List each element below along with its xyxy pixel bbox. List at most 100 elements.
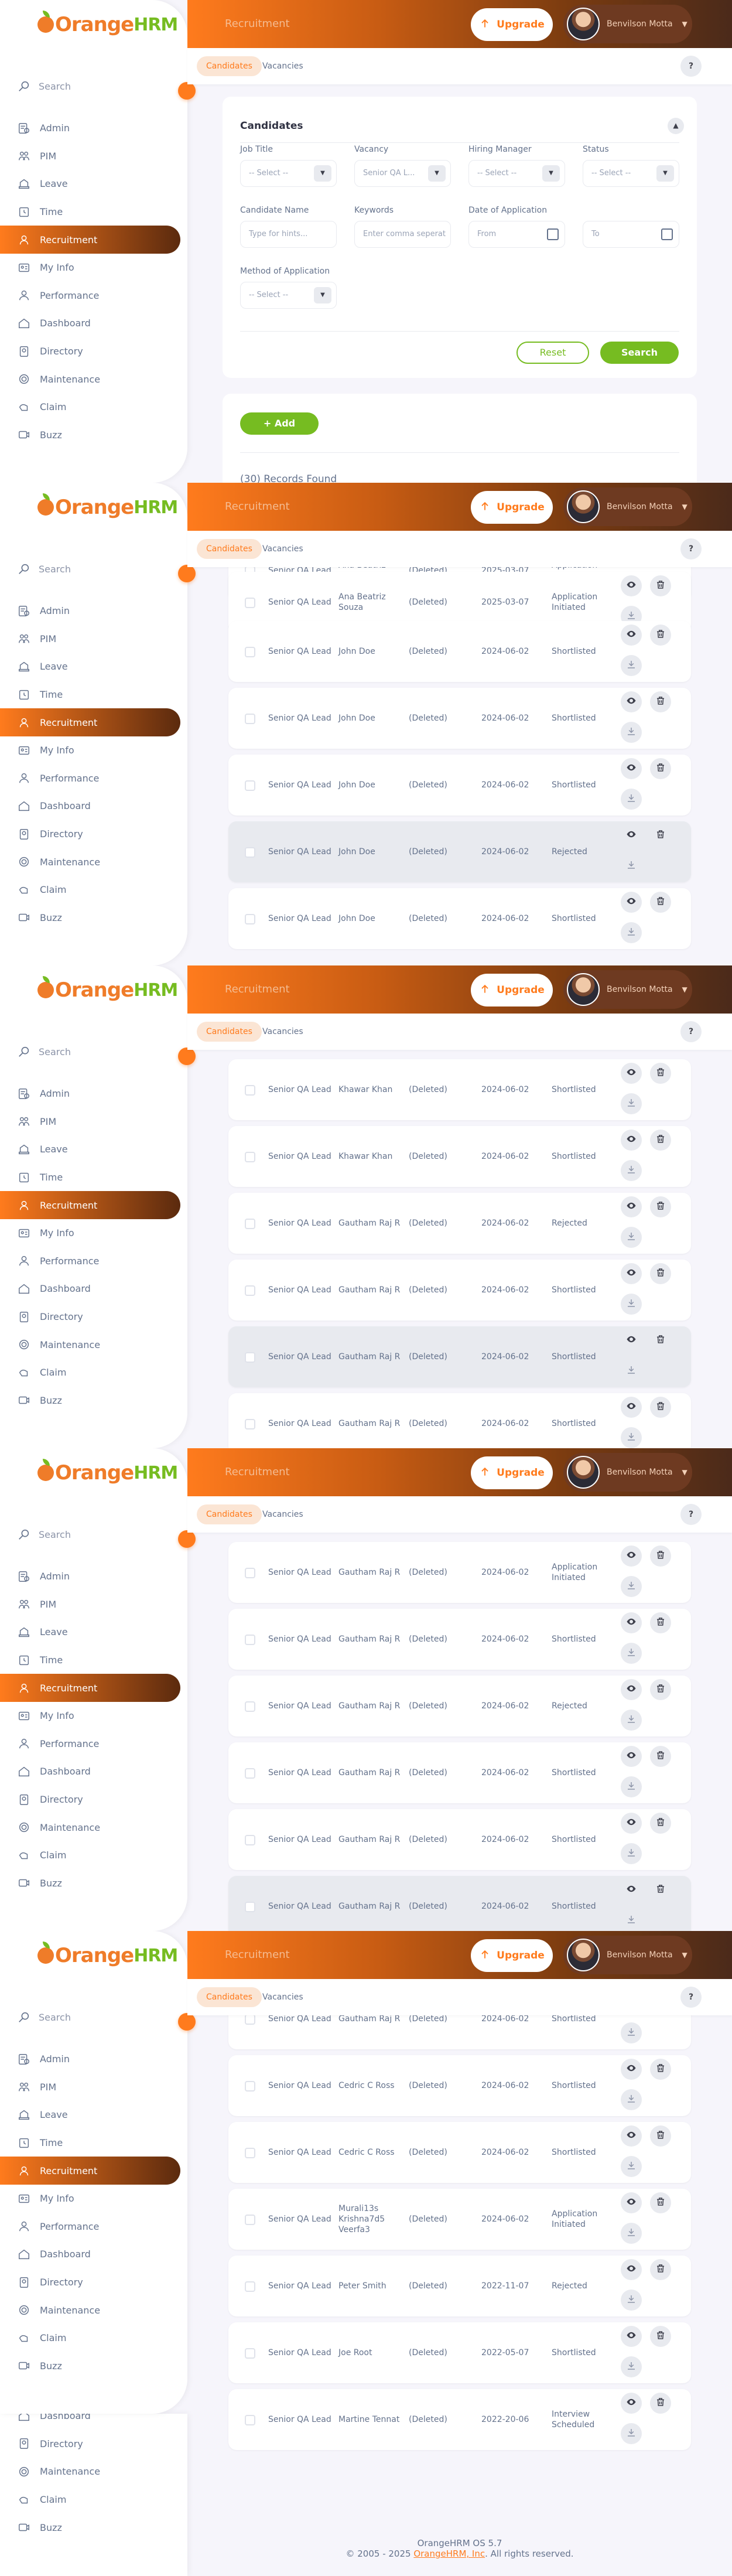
- tab-vacancies[interactable]: Vacancies: [253, 539, 313, 559]
- sidebar-item-admin[interactable]: Admin: [0, 114, 187, 142]
- download-button[interactable]: [621, 2356, 642, 2377]
- sidebar-search[interactable]: Search: [18, 80, 71, 93]
- row-checkbox[interactable]: [245, 1835, 255, 1845]
- download-button[interactable]: [621, 655, 642, 676]
- view-button[interactable]: [621, 1330, 642, 1351]
- delete-button[interactable]: [650, 691, 671, 712]
- download-button[interactable]: [621, 789, 642, 810]
- delete-button[interactable]: [650, 892, 671, 913]
- sidebar-collapse-button[interactable]: [178, 1530, 196, 1548]
- sidebar-item-buzz[interactable]: Buzz: [0, 904, 187, 932]
- sidebar-item-buzz[interactable]: Buzz: [0, 1387, 187, 1415]
- row-checkbox[interactable]: [245, 914, 255, 924]
- delete-button[interactable]: [650, 1879, 671, 1901]
- delete-button[interactable]: [650, 2125, 671, 2147]
- sidebar-item-directory[interactable]: Directory: [0, 2268, 187, 2297]
- sidebar-item-my-info[interactable]: My Info: [0, 1219, 187, 1247]
- sidebar-item-directory[interactable]: Directory: [0, 1786, 187, 1814]
- help-button[interactable]: ?: [680, 1987, 702, 2008]
- hiring-manager-select[interactable]: -- Select -- ▼: [468, 160, 565, 187]
- row-checkbox[interactable]: [245, 598, 255, 608]
- view-button[interactable]: [621, 2192, 642, 2213]
- status-select[interactable]: -- Select -- ▼: [583, 160, 679, 187]
- sidebar-item-my-info[interactable]: My Info: [0, 736, 187, 765]
- table-row[interactable]: Senior QA Lead John Doe (Deleted) 2024-06-0…: [228, 621, 691, 682]
- view-button[interactable]: [621, 2393, 642, 2414]
- view-button[interactable]: [621, 625, 642, 646]
- tab-vacancies[interactable]: Vacancies: [253, 1504, 313, 1524]
- view-button[interactable]: [621, 575, 642, 596]
- row-checkbox[interactable]: [245, 847, 255, 858]
- user-dropdown[interactable]: Benvilson Motta ▼: [563, 1936, 692, 1974]
- row-checkbox[interactable]: [245, 1635, 255, 1645]
- view-button[interactable]: [621, 892, 642, 913]
- row-checkbox[interactable]: [245, 2014, 255, 2025]
- sidebar-item-buzz[interactable]: Buzz: [0, 2352, 187, 2380]
- job-title-select[interactable]: -- Select -- ▼: [240, 160, 337, 187]
- sidebar-item-recruitment[interactable]: Recruitment: [0, 1191, 180, 1219]
- delete-button[interactable]: [650, 2393, 671, 2414]
- delete-button[interactable]: [650, 1130, 671, 1151]
- table-row[interactable]: Senior QA Lead Khawar Khan (Deleted) 2024-0…: [228, 1126, 691, 1187]
- sidebar-item-pim[interactable]: PIM: [0, 1108, 187, 1136]
- user-dropdown[interactable]: Benvilson Motta ▼: [563, 970, 692, 1009]
- download-button[interactable]: [621, 2223, 642, 2244]
- sidebar-item-leave[interactable]: Leave: [0, 1135, 187, 1164]
- sidebar-item-dashboard[interactable]: Dashboard: [0, 309, 187, 337]
- search-input[interactable]: Search: [39, 1046, 71, 1057]
- sidebar-item-claim[interactable]: Claim: [0, 1841, 187, 1869]
- download-button[interactable]: [621, 2423, 642, 2444]
- table-row[interactable]: Senior QA Lead John Doe (Deleted) 2024-06-0…: [228, 888, 691, 949]
- download-button[interactable]: [621, 1710, 642, 1731]
- table-row[interactable]: Senior QA Lead Gautham Raj R (Deleted) 2024…: [228, 1326, 691, 1387]
- orangehrm-logo[interactable]: Orange HRM: [37, 493, 178, 519]
- table-row[interactable]: Senior QA Lead Gautham Raj R (Deleted) 2024…: [228, 1876, 691, 1931]
- help-button[interactable]: ?: [680, 56, 702, 77]
- date-to-input[interactable]: To: [583, 221, 679, 248]
- row-checkbox[interactable]: [245, 1285, 255, 1296]
- row-checkbox[interactable]: [245, 2348, 255, 2359]
- row-checkbox[interactable]: [245, 1219, 255, 1229]
- upgrade-button[interactable]: Upgrade: [471, 1456, 553, 1489]
- sidebar-item-leave[interactable]: Leave: [0, 653, 187, 681]
- row-checkbox[interactable]: [245, 780, 255, 791]
- sidebar-item-dashboard[interactable]: Dashboard: [0, 792, 187, 820]
- sidebar-item-maintenance[interactable]: Maintenance: [0, 1330, 187, 1359]
- download-button[interactable]: [621, 722, 642, 743]
- tab-vacancies[interactable]: Vacancies: [253, 1987, 313, 2007]
- sidebar-collapse-button[interactable]: [178, 1048, 196, 1065]
- view-button[interactable]: [621, 1063, 642, 1084]
- sidebar-item-performance[interactable]: Performance: [0, 2213, 187, 2241]
- download-button[interactable]: [621, 1427, 642, 1448]
- sidebar-item-dashboard[interactable]: Dashboard: [0, 1758, 187, 1786]
- sidebar-item-time[interactable]: Time: [0, 1646, 187, 1674]
- sidebar-item-directory[interactable]: Directory: [0, 820, 187, 848]
- sidebar-item-pim[interactable]: PIM: [0, 625, 187, 653]
- sidebar-item-pim[interactable]: PIM: [0, 142, 187, 170]
- help-button[interactable]: ?: [680, 538, 702, 559]
- reset-button[interactable]: Reset: [516, 342, 589, 364]
- download-button[interactable]: [621, 1360, 642, 1381]
- sidebar-item-claim[interactable]: Claim: [0, 876, 187, 904]
- view-button[interactable]: [621, 691, 642, 712]
- table-row[interactable]: Senior QA Lead Gautham Raj R (Deleted) 2024…: [228, 1809, 691, 1870]
- view-button[interactable]: [621, 1813, 642, 1834]
- sidebar-item-performance[interactable]: Performance: [0, 282, 187, 310]
- view-button[interactable]: [621, 2059, 642, 2080]
- download-button[interactable]: [621, 1093, 642, 1114]
- delete-button[interactable]: [650, 1679, 671, 1700]
- table-row[interactable]: Senior QA Lead Murali13s Krishna7d5 Veerf…: [228, 2189, 691, 2250]
- table-row[interactable]: Senior QA Lead John Doe (Deleted) 2024-06-0…: [228, 688, 691, 749]
- row-checkbox[interactable]: [245, 1568, 255, 1578]
- tab-candidates[interactable]: Candidates: [197, 56, 262, 76]
- sidebar-item-recruitment[interactable]: Recruitment: [0, 226, 180, 254]
- delete-button[interactable]: [650, 1746, 671, 1767]
- table-row[interactable]: Senior QA Lead Gautham Raj R (Deleted) 2024…: [228, 1676, 691, 1736]
- sidebar-item-my-info[interactable]: My Info: [0, 2185, 187, 2213]
- tab-candidates[interactable]: Candidates: [197, 539, 262, 559]
- row-checkbox[interactable]: [245, 2081, 255, 2091]
- view-button[interactable]: [621, 825, 642, 846]
- table-row[interactable]: Senior QA Lead Peter Smith (Deleted) 2022-1…: [228, 2256, 691, 2316]
- sidebar-item-time[interactable]: Time: [0, 198, 187, 226]
- sidebar-item-maintenance[interactable]: Maintenance: [0, 365, 187, 393]
